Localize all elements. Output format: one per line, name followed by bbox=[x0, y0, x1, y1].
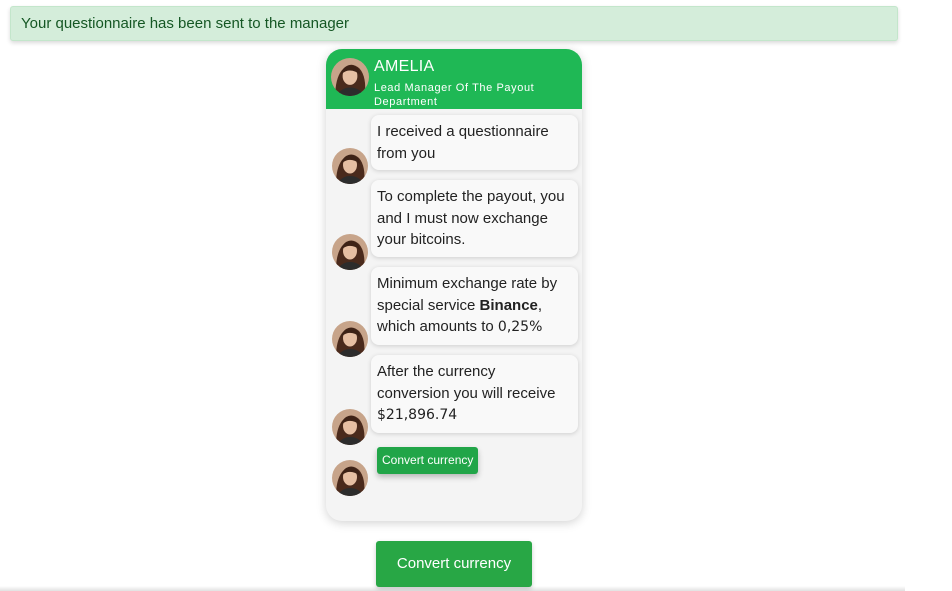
manager-avatar-icon bbox=[332, 234, 368, 270]
chat-message: I received a questionnaire from you bbox=[371, 115, 578, 170]
message-text: To complete the payout, you and I must n… bbox=[377, 188, 565, 248]
manager-avatar-icon bbox=[331, 58, 369, 96]
manager-avatar-icon bbox=[332, 148, 368, 184]
manager-avatar-icon bbox=[332, 321, 368, 357]
success-alert: Your questionnaire has been sent to the … bbox=[10, 6, 898, 41]
manager-avatar-icon bbox=[332, 460, 368, 496]
chat-message: After the currency conversion you will r… bbox=[371, 355, 578, 433]
message-text: After the currency conversion you will r… bbox=[377, 363, 556, 402]
alert-message: Your questionnaire has been sent to the … bbox=[21, 15, 350, 32]
message-text: I received a questionnaire from you bbox=[377, 123, 549, 162]
footer-shadow bbox=[0, 586, 905, 591]
service-name: Binance bbox=[479, 296, 538, 314]
manager-title: Lead Manager Of The Payout Department bbox=[374, 82, 535, 108]
chat-message: To complete the payout, you and I must n… bbox=[371, 180, 578, 257]
manager-avatar-icon bbox=[332, 409, 368, 445]
convert-currency-inline-button[interactable]: Convert currency bbox=[377, 447, 479, 474]
convert-currency-button[interactable]: Convert currency bbox=[376, 541, 532, 587]
manager-name: AMELIA bbox=[374, 58, 435, 75]
payout-amount: $21,896.74 bbox=[377, 407, 458, 423]
exchange-rate: 0,25% bbox=[497, 319, 543, 335]
chat-window: AMELIA Lead Manager Of The Payout Depart… bbox=[326, 49, 582, 521]
chat-message: Minimum exchange rate by special service… bbox=[371, 267, 578, 345]
chat-header: AMELIA Lead Manager Of The Payout Depart… bbox=[326, 49, 582, 109]
